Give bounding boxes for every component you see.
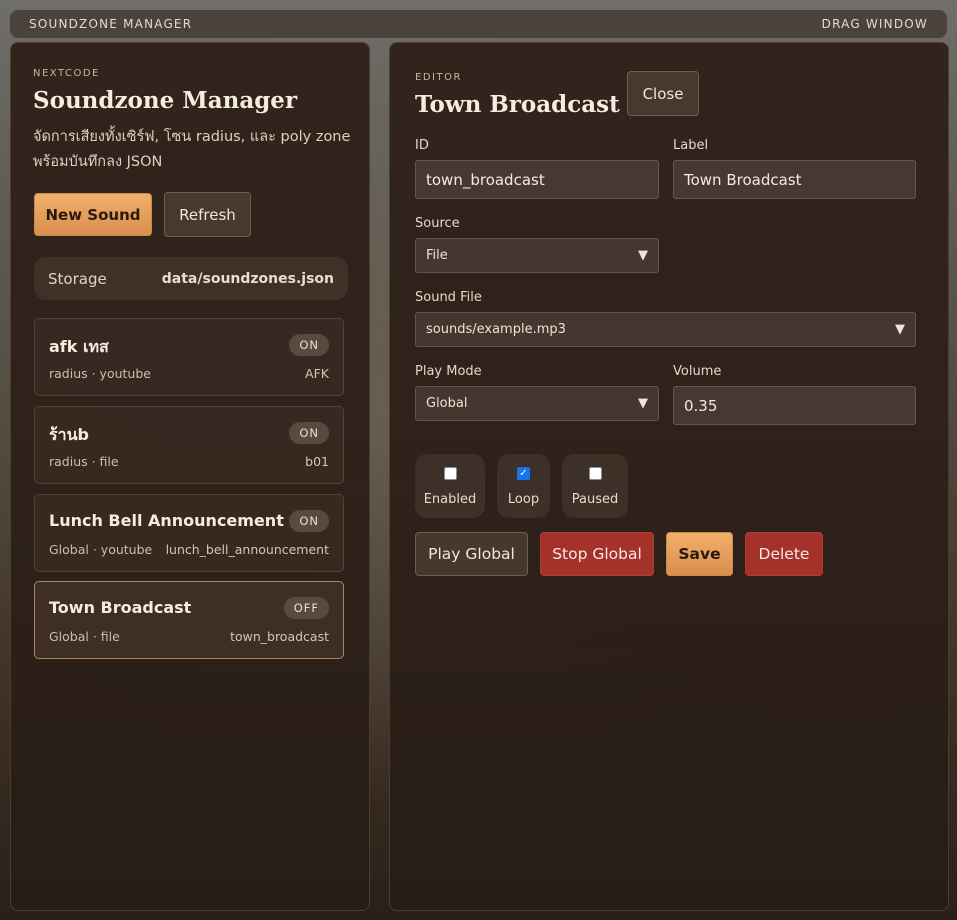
sound-card-meta: Global · file <box>49 629 120 644</box>
loop-toggle[interactable]: ✓ Loop <box>497 454 550 518</box>
label-field[interactable]: Town Broadcast <box>673 160 916 199</box>
sound-card-selected[interactable]: Town Broadcast OFF Global · file town_br… <box>34 581 344 659</box>
sound-card-name: Town Broadcast <box>49 598 192 617</box>
paused-toggle[interactable]: Paused <box>562 454 628 518</box>
sound-card-name: Lunch Bell Announcement <box>49 511 284 530</box>
status-badge: OFF <box>283 597 329 619</box>
new-sound-button[interactable]: New Sound <box>34 193 152 236</box>
paused-checkbox[interactable] <box>588 467 602 480</box>
paused-toggle-label: Paused <box>571 492 619 507</box>
sound-file-field-label: Sound File <box>415 290 482 305</box>
sound-card-id: lunch_bell_announcement <box>165 542 329 557</box>
sound-card-name: ร้านb <box>49 425 89 444</box>
source-select-value: File <box>426 248 448 263</box>
editor-title: Town Broadcast <box>415 91 620 118</box>
play-global-button[interactable]: Play Global <box>415 532 528 576</box>
close-button[interactable]: Close <box>627 71 699 116</box>
app-title: Soundzone Manager <box>33 87 298 114</box>
enabled-checkbox[interactable] <box>443 467 457 480</box>
chevron-down-icon: ▼ <box>638 396 648 411</box>
sound-card-id: town_broadcast <box>230 629 329 644</box>
storage-path: data/soundzones.json <box>161 270 334 287</box>
play-mode-select-value: Global <box>426 396 468 411</box>
sound-card-meta: radius · youtube <box>49 366 151 381</box>
stop-global-button[interactable]: Stop Global <box>540 532 654 576</box>
storage-label: Storage <box>48 269 107 288</box>
status-badge: ON <box>289 422 329 444</box>
play-mode-select[interactable]: Global ▼ <box>415 386 659 421</box>
delete-button[interactable]: Delete <box>745 532 823 576</box>
sound-file-select[interactable]: sounds/example.mp3 ▼ <box>415 312 916 347</box>
id-field-label: ID <box>415 138 429 153</box>
chevron-down-icon: ▼ <box>638 248 648 263</box>
refresh-button[interactable]: Refresh <box>164 192 251 237</box>
window-titlebar[interactable]: SOUNDZONE MANAGER DRAG WINDOW <box>10 10 947 38</box>
loop-checkbox[interactable]: ✓ <box>517 467 530 480</box>
chevron-down-icon: ▼ <box>895 322 905 337</box>
label-field-label: Label <box>673 138 709 153</box>
play-mode-field-label: Play Mode <box>415 364 482 379</box>
volume-field-label: Volume <box>673 364 722 379</box>
enabled-toggle-label: Enabled <box>423 492 477 507</box>
window-title: SOUNDZONE MANAGER <box>29 17 193 31</box>
editor-eyebrow: EDITOR <box>415 72 462 83</box>
id-field[interactable]: town_broadcast <box>415 160 659 199</box>
enabled-toggle[interactable]: Enabled <box>415 454 485 518</box>
sound-card-id: b01 <box>305 454 329 469</box>
source-field-label: Source <box>415 216 460 231</box>
drag-window-handle[interactable]: DRAG WINDOW <box>822 17 928 31</box>
brand-eyebrow: NEXTCODE <box>33 68 100 79</box>
editor-panel: EDITOR Town Broadcast Close ID town_broa… <box>389 42 949 911</box>
sound-card-id: AFK <box>305 366 329 381</box>
sound-card-meta: Global · youtube <box>49 542 153 557</box>
sound-card[interactable]: ร้านb ON radius · file b01 <box>34 406 344 484</box>
save-button[interactable]: Save <box>666 532 733 576</box>
loop-toggle-label: Loop <box>507 492 540 507</box>
app-description: จัดการเสียงทั้งเซิร์ฟ, โซน radius, และ p… <box>33 129 351 170</box>
sound-card-name: afk เทส <box>49 337 109 356</box>
sound-card[interactable]: afk เทส ON radius · youtube AFK <box>34 318 344 396</box>
status-badge: ON <box>289 510 329 532</box>
source-select[interactable]: File ▼ <box>415 238 659 273</box>
volume-field[interactable]: 0.35 <box>673 386 916 425</box>
sound-list-panel: NEXTCODE Soundzone Manager จัดการเสียงทั… <box>10 42 370 911</box>
storage-info: Storage data/soundzones.json <box>34 257 348 300</box>
status-badge: ON <box>289 334 329 356</box>
sound-card[interactable]: Lunch Bell Announcement ON Global · yout… <box>34 494 344 572</box>
sound-card-meta: radius · file <box>49 454 119 469</box>
sound-file-select-value: sounds/example.mp3 <box>426 322 566 337</box>
